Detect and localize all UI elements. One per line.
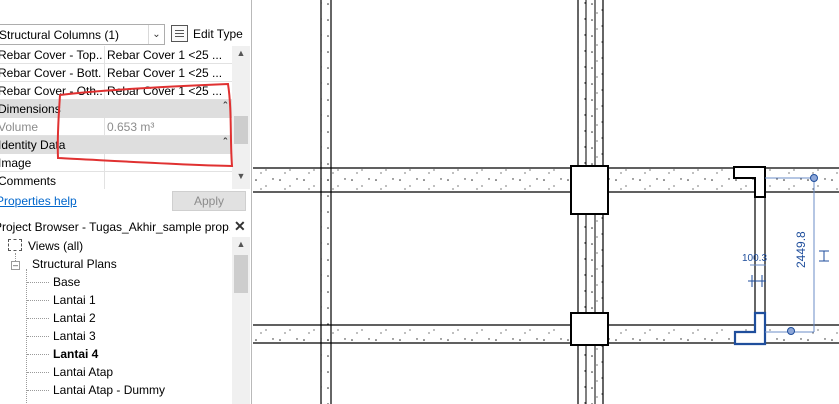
tree-branch <box>27 318 49 319</box>
collapse-tree-icon[interactable]: – <box>11 261 20 270</box>
chevron-down-icon[interactable]: ⌄ <box>148 25 164 44</box>
property-row[interactable]: Rebar Cover - Top... Rebar Cover 1 <25 .… <box>0 46 232 64</box>
scroll-down-icon[interactable]: ▼ <box>232 171 250 187</box>
dimension-small-label[interactable]: 100.3 <box>742 253 767 264</box>
property-value[interactable] <box>104 154 232 171</box>
project-browser-header: Project Browser - Tugas_Akhir_sample pro… <box>0 217 251 237</box>
tree-node-plan[interactable]: Lantai 3 <box>53 329 96 347</box>
drawing-canvas[interactable]: 2449.8 100.3 <box>253 0 839 404</box>
group-header-identity-data[interactable]: Identity Data ˆ <box>0 136 232 154</box>
property-key: Comments <box>0 174 57 188</box>
type-selector-label: Structural Columns (1) <box>0 28 120 42</box>
type-selector-dropdown[interactable]: Structural Columns (1) ⌄ <box>0 24 165 45</box>
tree-node-plan[interactable]: Lantai 2 <box>53 311 96 329</box>
collapse-icon[interactable]: ˆ <box>223 137 227 149</box>
group-label: Dimensions <box>0 102 61 116</box>
left-panel: Structural Columns (1) ⌄ Edit Type Rebar… <box>0 0 252 404</box>
project-browser-scrollbar[interactable]: ▲ <box>232 237 250 404</box>
properties-help-link[interactable]: Properties help <box>0 194 77 208</box>
properties-grid: Rebar Cover - Top... Rebar Cover 1 <25 .… <box>0 46 232 189</box>
edit-type-button[interactable]: Edit Type <box>170 23 246 46</box>
property-row-image[interactable]: Image <box>0 154 232 172</box>
tree-node-plan[interactable]: Lantai 1 <box>53 293 96 311</box>
property-row[interactable]: Rebar Cover - Bott... Rebar Cover 1 <25 … <box>0 64 232 82</box>
property-value[interactable]: Rebar Cover 1 <25 ... <box>104 82 232 99</box>
property-row[interactable]: Rebar Cover - Oth... Rebar Cover 1 <25 .… <box>0 82 232 100</box>
edit-type-icon <box>171 25 188 42</box>
collapse-icon[interactable]: ˆ <box>223 101 227 113</box>
tree-branch <box>27 282 49 283</box>
properties-footer: Properties help Apply <box>0 189 251 213</box>
tree-node-structural-plans[interactable]: Structural Plans <box>32 257 117 275</box>
edit-type-label: Edit Type <box>193 27 243 41</box>
scroll-thumb[interactable] <box>234 255 248 293</box>
tree-node-plan[interactable]: Lantai Atap - Dummy <box>53 383 165 401</box>
tree-node-plan-active[interactable]: Lantai 4 <box>53 347 98 365</box>
group-header-dimensions[interactable]: Dimensions ˆ <box>0 100 232 118</box>
property-value[interactable]: Rebar Cover 1 <25 ... <box>104 64 232 81</box>
plan-view[interactable]: 2449.8 100.3 <box>253 0 839 404</box>
project-browser-tree: Views (all) – Structural Plans Base Lant… <box>0 237 232 404</box>
property-value[interactable]: Rebar Cover 1 <25 ... <box>104 46 232 63</box>
property-key: Image <box>0 156 32 170</box>
property-row-comments[interactable]: Comments <box>0 172 232 189</box>
dimension-grip[interactable] <box>787 327 795 335</box>
apply-button[interactable]: Apply <box>172 191 246 211</box>
scroll-up-icon[interactable]: ▲ <box>232 48 250 64</box>
tree-node-plan[interactable]: Lantai Atap <box>53 365 113 383</box>
property-key: Rebar Cover - Bott... <box>0 66 102 80</box>
tree-node-views-all[interactable]: Views (all) <box>28 239 83 257</box>
property-value: 0.653 m³ <box>104 118 232 135</box>
column[interactable] <box>570 165 609 215</box>
tree-branch <box>27 300 49 301</box>
property-key: Volume <box>0 120 39 134</box>
properties-scrollbar[interactable]: ▲ ▼ <box>232 46 250 189</box>
scroll-thumb[interactable] <box>234 116 248 144</box>
column[interactable] <box>570 312 609 346</box>
views-icon <box>8 239 22 251</box>
dimension-grip[interactable] <box>810 174 818 182</box>
property-value[interactable] <box>104 172 232 189</box>
scroll-up-icon[interactable]: ▲ <box>232 239 250 249</box>
type-selector-row: Structural Columns (1) ⌄ Edit Type <box>0 22 251 47</box>
property-key: Rebar Cover - Top... <box>0 48 102 62</box>
tree-branch <box>27 354 49 355</box>
group-label: Identity Data <box>0 138 66 152</box>
close-icon[interactable]: ✕ <box>234 218 246 235</box>
tree-branch <box>27 390 49 391</box>
project-browser-title: Project Browser - Tugas_Akhir_sample pro… <box>0 220 230 234</box>
property-key: Rebar Cover - Oth... <box>0 84 102 98</box>
tree-node-plan[interactable]: Base <box>53 275 80 293</box>
tree-branch <box>27 336 49 337</box>
tree-branch <box>27 372 49 373</box>
dimension-large-label[interactable]: 2449.8 <box>794 231 808 268</box>
property-row-volume: Volume 0.653 m³ <box>0 118 232 136</box>
